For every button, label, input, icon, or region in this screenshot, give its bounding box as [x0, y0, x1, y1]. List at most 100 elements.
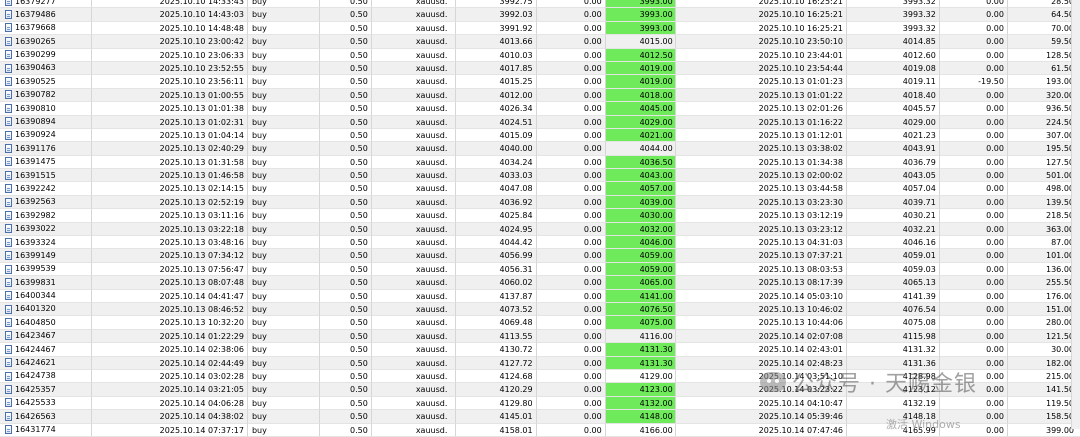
type-cell: buy	[247, 276, 320, 290]
profit-cell: 182.00	[1007, 357, 1080, 370]
ticket-cell: 16392982	[0, 209, 92, 223]
symbol-cell: xauusd.	[371, 276, 457, 290]
volume-cell: 0.50	[319, 396, 372, 411]
table-row[interactable]: 16391475 2025.10.13 01:31:58 buy 0.50 xauusd…	[0, 155, 1080, 170]
profit-cell: 121.50	[1007, 330, 1080, 344]
table-row[interactable]: 16399149 2025.10.13 07:34:12 buy 0.50 xauusd…	[0, 249, 1080, 263]
symbol-cell: xauusd.	[371, 115, 457, 129]
vertical-scrollbar[interactable]	[1071, 0, 1080, 429]
symbol-cell: xauusd.	[371, 302, 457, 317]
table-row[interactable]: 16399539 2025.10.13 07:56:47 buy 0.50 xauusd…	[0, 262, 1080, 277]
table-row[interactable]: 16390810 2025.10.13 01:01:38 buy 0.50 xauusd…	[0, 102, 1080, 116]
open-time-cell: 2025.10.10 23:56:11	[91, 75, 248, 89]
table-row[interactable]: 16390463 2025.10.10 23:52:55 buy 0.50 xauusd…	[0, 61, 1080, 76]
close-time-cell: 2025.10.13 03:23:12	[675, 222, 847, 237]
take-profit-cell: 4131.30	[605, 343, 676, 357]
table-row[interactable]: 16424467 2025.10.14 02:38:06 buy 0.50 xauusd…	[0, 343, 1080, 357]
table-row[interactable]: 16404850 2025.10.13 10:32:20 buy 0.50 xauusd…	[0, 316, 1080, 330]
table-row[interactable]: 16401320 2025.10.13 08:46:52 buy 0.50 xauusd…	[0, 302, 1080, 317]
open-price-cell: 4073.52	[456, 302, 537, 317]
table-row[interactable]: 16424621 2025.10.14 02:44:49 buy 0.50 xauusd…	[0, 356, 1080, 370]
stop-loss-cell: 0.00	[536, 88, 606, 103]
table-row[interactable]: 16425533 2025.10.14 04:06:28 buy 0.50 xauusd…	[0, 396, 1080, 411]
close-price-cell: 4043.91	[846, 142, 940, 156]
table-row[interactable]: 16399831 2025.10.13 08:07:48 buy 0.50 xauusd…	[0, 276, 1080, 290]
commission-cell: -19.50	[939, 75, 1008, 89]
close-price-cell: 4039.71	[846, 195, 940, 210]
table-row[interactable]: 16390782 2025.10.13 01:00:55 buy 0.50 xauusd…	[0, 88, 1080, 103]
open-price-cell: 4040.00	[456, 142, 537, 156]
table-row[interactable]: 16390894 2025.10.13 01:02:31 buy 0.50 xauusd…	[0, 115, 1080, 129]
close-time-cell: 2025.10.10 23:54:44	[675, 61, 847, 76]
profit-cell: 363.00	[1007, 223, 1080, 237]
table-row[interactable]: 16400344 2025.10.14 04:41:47 buy 0.50 xauusd…	[0, 289, 1080, 303]
profit-cell: 151.00	[1007, 303, 1080, 317]
table-row[interactable]: 16393324 2025.10.13 03:48:16 buy 0.50 xauusd…	[0, 236, 1080, 250]
table-row[interactable]: 16392563 2025.10.13 02:52:19 buy 0.50 xauusd…	[0, 195, 1080, 210]
stop-loss-cell: 0.00	[536, 316, 606, 330]
ticket-number: 16392982	[15, 210, 56, 220]
volume-cell: 0.50	[319, 289, 372, 303]
profit-cell: 193.00	[1007, 75, 1080, 89]
table-row[interactable]: 16379668 2025.10.10 14:48:48 buy 0.50 xauusd…	[0, 21, 1080, 36]
take-profit-cell: 4045.00	[605, 102, 676, 116]
ticket-number: 16425357	[15, 384, 56, 394]
profit-cell: 59.50	[1007, 35, 1080, 49]
take-profit-cell: 4015.00	[605, 35, 676, 49]
ticket-cell: 16425533	[0, 396, 92, 411]
table-row[interactable]: 16390265 2025.10.10 23:00:42 buy 0.50 xauusd…	[0, 35, 1080, 49]
open-time-cell: 2025.10.14 04:41:47	[91, 289, 248, 303]
table-row[interactable]: 16392982 2025.10.13 03:11:16 buy 0.50 xauusd…	[0, 209, 1080, 223]
commission-cell: 0.00	[939, 343, 1008, 357]
ticket-cell: 16431774	[0, 423, 92, 437]
table-row[interactable]: 16379277 2025.10.10 14:33:43 buy 0.50 xauusd…	[0, 0, 1080, 9]
open-time-cell: 2025.10.13 02:14:15	[91, 182, 248, 196]
type-cell: buy	[247, 155, 320, 170]
take-profit-cell: 3993.00	[605, 8, 676, 22]
take-profit-cell: 4166.00	[605, 423, 676, 437]
close-price-cell: 4019.08	[846, 61, 940, 76]
table-row[interactable]: 16390924 2025.10.13 01:04:14 buy 0.50 xauusd…	[0, 128, 1080, 143]
order-document-icon	[5, 385, 12, 395]
open-time-cell: 2025.10.13 03:48:16	[91, 236, 248, 250]
profit-cell: 215.00	[1007, 370, 1080, 384]
close-time-cell: 2025.10.14 05:39:46	[675, 410, 847, 424]
table-row[interactable]: 16390525 2025.10.10 23:56:11 buy 0.50 xauusd…	[0, 75, 1080, 89]
symbol-cell: xauusd.	[371, 142, 457, 156]
table-row[interactable]: 16391176 2025.10.13 02:40:29 buy 0.50 xauusd…	[0, 142, 1080, 156]
table-row[interactable]: 16392242 2025.10.13 02:14:15 buy 0.50 xauusd…	[0, 182, 1080, 196]
table-row[interactable]: 16424738 2025.10.14 03:02:28 buy 0.50 xauusd…	[0, 369, 1080, 384]
take-profit-cell: 4057.00	[605, 182, 676, 196]
close-price-cell: 4043.05	[846, 169, 940, 183]
open-price-cell: 4137.87	[456, 289, 537, 303]
volume-cell: 0.50	[319, 182, 372, 196]
table-row[interactable]: 16393022 2025.10.13 03:22:18 buy 0.50 xauusd…	[0, 222, 1080, 237]
symbol-cell: xauusd.	[371, 329, 457, 344]
open-time-cell: 2025.10.13 01:46:58	[91, 169, 248, 183]
table-row[interactable]: 16425357 2025.10.14 03:21:05 buy 0.50 xauusd…	[0, 383, 1080, 397]
commission-cell: 0.00	[939, 249, 1008, 263]
order-document-icon	[5, 371, 12, 381]
order-document-icon	[5, 318, 12, 328]
ticket-cell: 16390525	[0, 75, 92, 89]
type-cell: buy	[247, 195, 320, 210]
ticket-cell: 16390894	[0, 115, 92, 129]
close-price-cell: 4141.39	[846, 289, 940, 303]
profit-cell: 176.00	[1007, 290, 1080, 303]
close-time-cell: 2025.10.13 02:01:26	[675, 102, 847, 116]
table-row[interactable]: 16423467 2025.10.14 01:22:29 buy 0.50 xauusd…	[0, 329, 1080, 344]
table-row[interactable]: 16379486 2025.10.10 14:43:03 buy 0.50 xauusd…	[0, 8, 1080, 22]
stop-loss-cell: 0.00	[536, 302, 606, 317]
symbol-cell: xauusd.	[371, 75, 457, 89]
ticket-cell: 16424738	[0, 369, 92, 384]
type-cell: buy	[247, 356, 320, 370]
symbol-cell: xauusd.	[371, 155, 457, 170]
close-price-cell: 4018.40	[846, 88, 940, 103]
commission-cell: 0.00	[939, 302, 1008, 317]
type-cell: buy	[247, 115, 320, 129]
order-document-icon	[5, 157, 12, 167]
ticket-cell: 16426563	[0, 410, 92, 424]
table-row[interactable]: 16390299 2025.10.10 23:06:33 buy 0.50 xauusd…	[0, 48, 1080, 62]
table-row[interactable]: 16391515 2025.10.13 01:46:58 buy 0.50 xauusd…	[0, 169, 1080, 183]
ticket-number: 16424738	[15, 371, 56, 381]
